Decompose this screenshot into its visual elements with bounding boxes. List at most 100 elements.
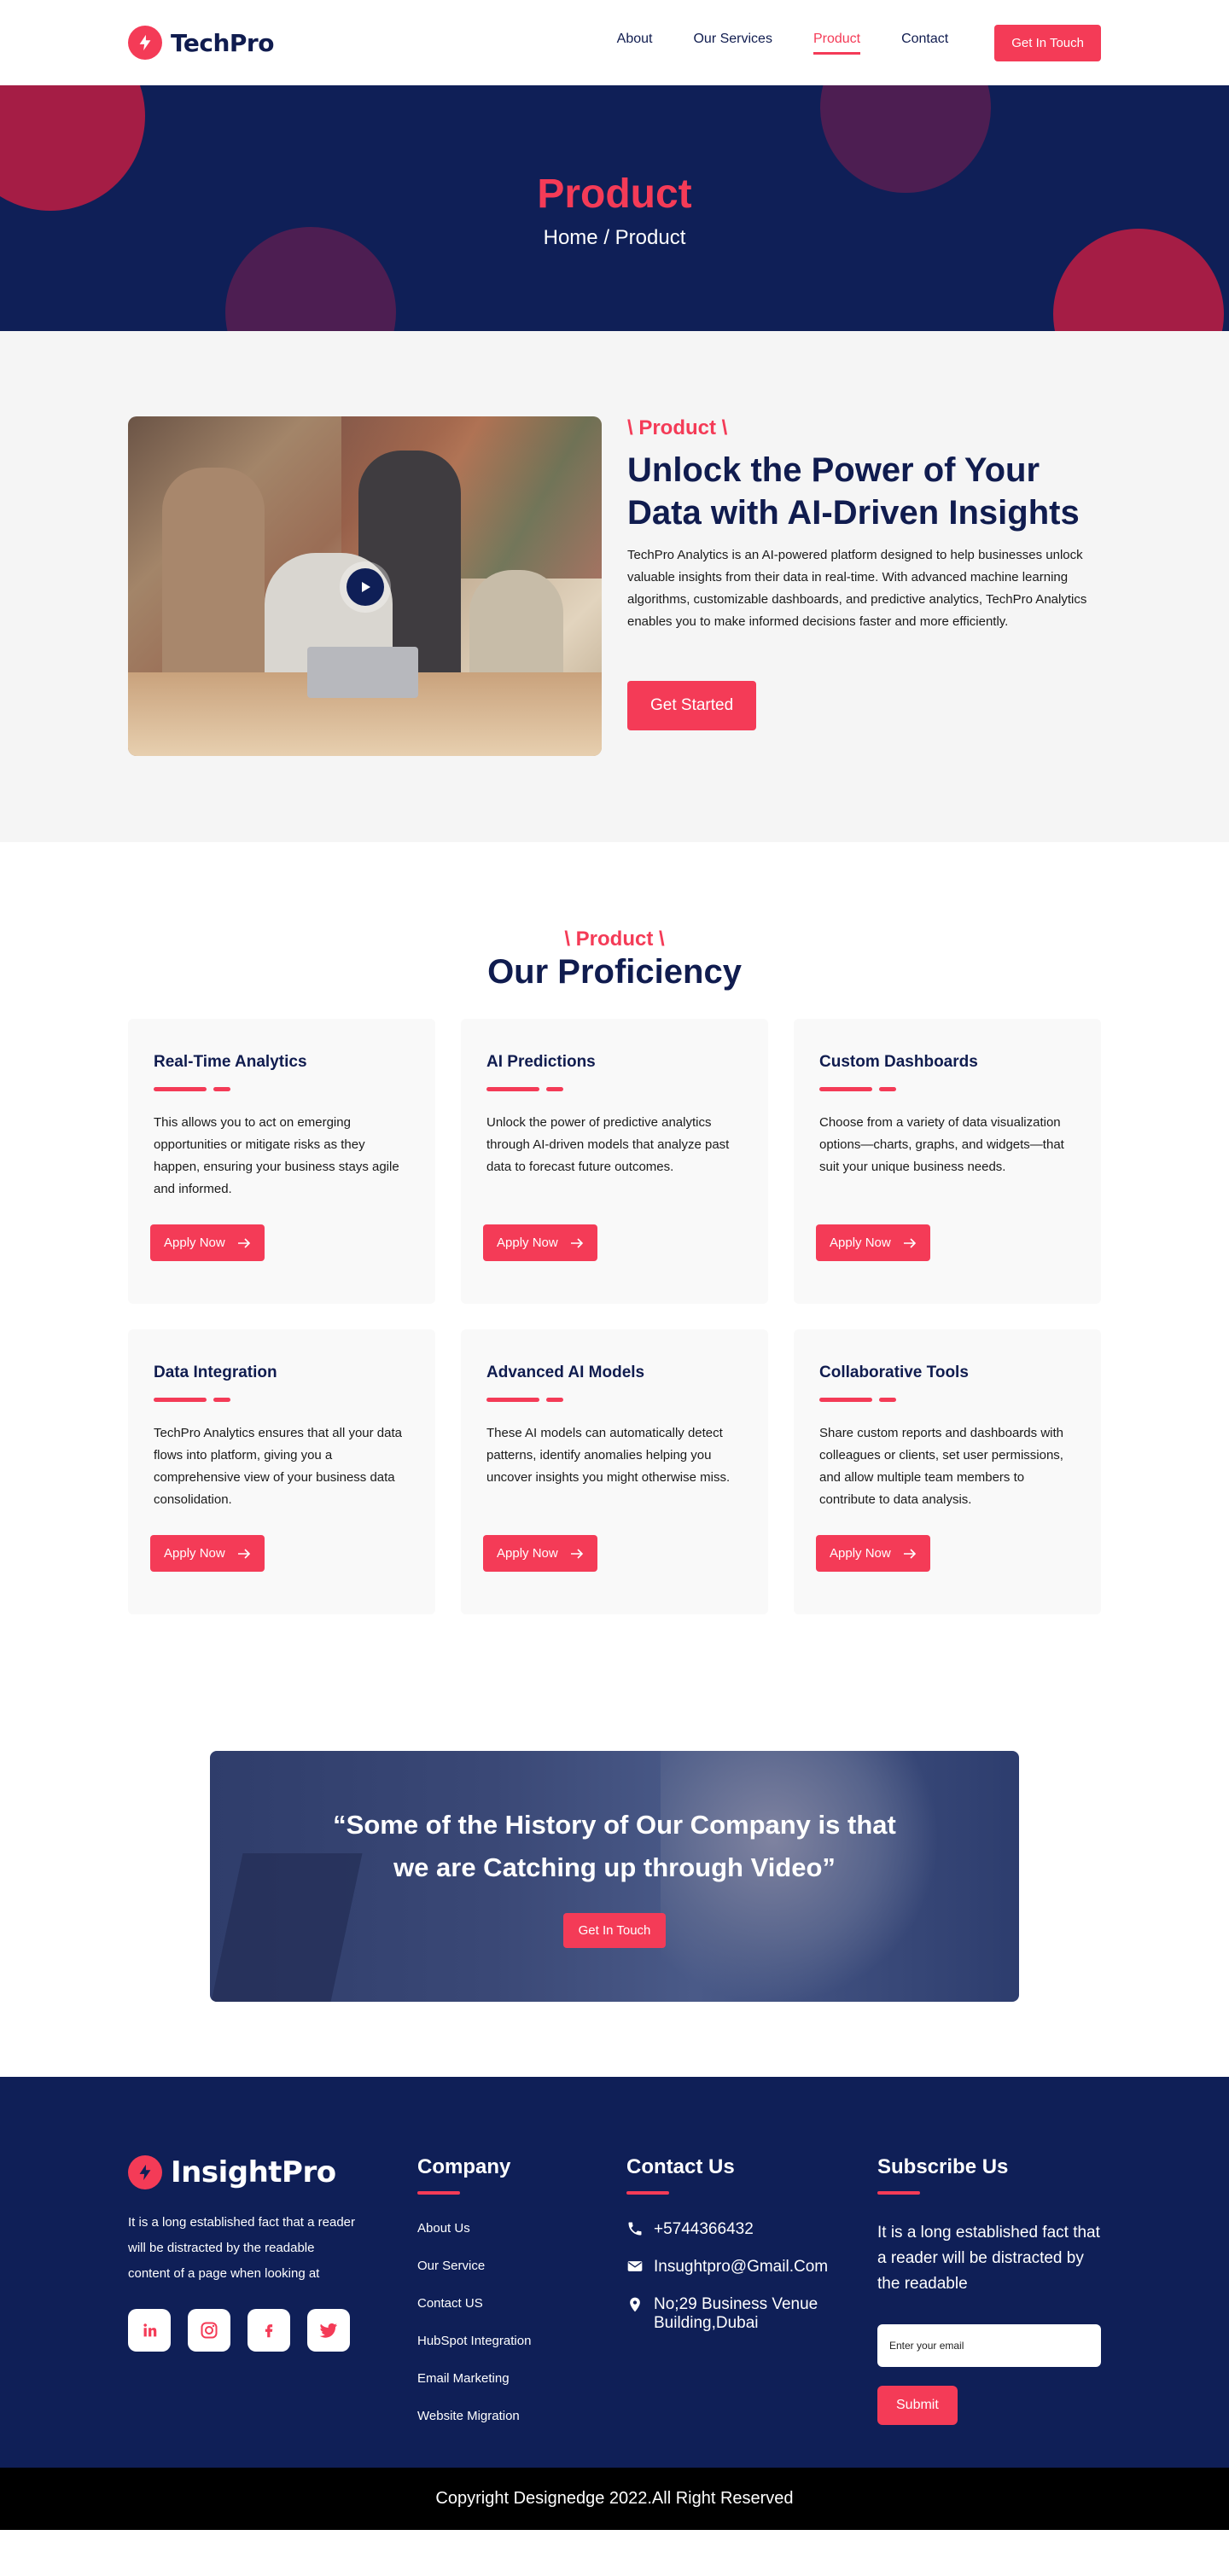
bolt-icon [128, 26, 162, 60]
footer-link[interactable]: HubSpot Integration [417, 2333, 626, 2350]
copyright-text: Copyright Designedge 2022.All Right Rese… [435, 2489, 794, 2508]
video-banner: “Some of the History of Our Company is t… [210, 1751, 1019, 2002]
card-description: Share custom reports and dashboards with… [819, 1426, 1063, 1507]
title-underline [819, 1087, 1075, 1091]
proficiency-section: \ Product \ Our Proficiency Real-Time An… [0, 842, 1229, 1751]
footer-company-links: About Us Our Service Contact US HubSpot … [417, 2220, 626, 2425]
email-address: Insughtpro@Gmail.Com [654, 2258, 829, 2276]
contact-email[interactable]: Insughtpro@Gmail.Com [626, 2258, 877, 2277]
footer-link[interactable]: About Us [417, 2220, 626, 2237]
footer-link[interactable]: Website Migration [417, 2408, 626, 2425]
footer-brand-name: InsightPro [171, 2155, 336, 2189]
photo-person [162, 468, 265, 681]
footer-link[interactable]: Our Service [417, 2258, 626, 2275]
heading-underline [417, 2191, 460, 2195]
footer-contact: Contact Us +5744366432 Insughtpro@Gmail.… [626, 2155, 877, 2468]
nav-contact[interactable]: Contact [901, 32, 948, 55]
title-underline [486, 1087, 743, 1091]
play-button[interactable] [340, 561, 391, 613]
twitter-icon[interactable] [307, 2309, 350, 2352]
feature-card: Custom Dashboards Choose from a variety … [794, 1019, 1101, 1304]
footer-brand-logo[interactable]: InsightPro [128, 2155, 417, 2189]
card-title: Advanced AI Models [486, 1364, 645, 1381]
arrow-right-icon [903, 1548, 916, 1559]
title-underline [486, 1398, 743, 1402]
arrow-right-icon [570, 1548, 583, 1559]
footer-subscribe: Subscribe Us It is a long established fa… [877, 2155, 1101, 2468]
video-thumbnail[interactable] [128, 416, 602, 756]
banner-get-in-touch-button[interactable]: Get In Touch [562, 1913, 667, 1948]
card-title: Collaborative Tools [819, 1364, 969, 1381]
contact-list: +5744366432 Insughtpro@Gmail.Com No;29 B… [626, 2220, 877, 2333]
brand-name: TechPro [171, 28, 274, 57]
title-underline [819, 1398, 1075, 1402]
arrow-right-icon [237, 1548, 250, 1559]
footer-heading: Contact Us [626, 2155, 735, 2178]
bolt-icon [128, 2155, 162, 2189]
card-title: AI Predictions [486, 1053, 596, 1071]
title-underline [154, 1398, 410, 1402]
nav-our-services[interactable]: Our Services [693, 32, 772, 55]
button-label: Apply Now [497, 1236, 558, 1250]
card-title: Real-Time Analytics [154, 1053, 307, 1071]
instagram-icon[interactable] [188, 2309, 230, 2352]
banner-quote: “Some of the History of Our Company is t… [210, 1751, 1019, 1889]
footer-about-text: It is a long established fact that a rea… [128, 2215, 355, 2281]
footer-heading: Subscribe Us [877, 2155, 1009, 2178]
contact-phone[interactable]: +5744366432 [626, 2220, 877, 2239]
apply-now-button[interactable]: Apply Now [150, 1535, 265, 1572]
submit-button[interactable]: Submit [877, 2386, 958, 2425]
apply-now-button[interactable]: Apply Now [150, 1224, 265, 1261]
social-links [128, 2309, 417, 2352]
section-title: Our Proficiency [487, 953, 742, 991]
contact-address: No;29 Business Venue Building,Dubai [626, 2295, 877, 2333]
page-title: Product [537, 172, 692, 217]
feature-cards: Real-Time Analytics This allows you to a… [128, 1019, 1101, 1614]
mail-icon [627, 2261, 643, 2271]
footer-link[interactable]: Email Marketing [417, 2370, 626, 2387]
apply-now-button[interactable]: Apply Now [816, 1535, 930, 1572]
arrow-right-icon [570, 1237, 583, 1248]
quote-line: we are Catching up through Video” [393, 1852, 836, 1882]
button-label: Apply Now [497, 1546, 558, 1561]
linkedin-icon[interactable] [128, 2309, 171, 2352]
get-started-button[interactable]: Get Started [627, 681, 757, 730]
button-label: Apply Now [830, 1546, 891, 1561]
feature-card: AI Predictions Unlock the power of predi… [461, 1019, 768, 1304]
apply-now-button[interactable]: Apply Now [816, 1224, 930, 1261]
card-title: Custom Dashboards [819, 1053, 978, 1071]
nav-about[interactable]: About [617, 32, 653, 55]
feature-card: Collaborative Tools Share custom reports… [794, 1329, 1101, 1614]
section-eyebrow: \ Product \ [564, 927, 665, 951]
card-description: TechPro Analytics ensures that all your … [154, 1426, 402, 1507]
address-text: No;29 Business Venue Building,Dubai [654, 2295, 818, 2332]
card-description: This allows you to act on emerging oppor… [154, 1115, 399, 1196]
email-input[interactable] [877, 2324, 1101, 2367]
apply-now-button[interactable]: Apply Now [483, 1535, 597, 1572]
card-description: These AI models can automatically detect… [486, 1426, 731, 1485]
intro-text: \ Product \ Unlock the Power of Your Dat… [627, 416, 1101, 757]
subscribe-text: It is a long established fact that a rea… [877, 2224, 1100, 2293]
button-label: Apply Now [164, 1546, 225, 1561]
card-description: Unlock the power of predictive analytics… [486, 1115, 730, 1174]
footer-link[interactable]: Contact US [417, 2295, 626, 2312]
feature-card: Data Integration TechPro Analytics ensur… [128, 1329, 435, 1614]
footer-heading: Company [417, 2155, 511, 2178]
get-in-touch-button[interactable]: Get In Touch [994, 24, 1101, 61]
main-nav: About Our Services Product Contact Get I… [617, 24, 1101, 61]
card-title: Data Integration [154, 1364, 277, 1381]
apply-now-button[interactable]: Apply Now [483, 1224, 597, 1261]
facebook-icon[interactable] [248, 2309, 290, 2352]
arrow-right-icon [237, 1237, 250, 1248]
quote-line: “Some of the History of Our Company is t… [333, 1810, 896, 1840]
feature-card: Advanced AI Models These AI models can a… [461, 1329, 768, 1614]
title-underline [154, 1087, 410, 1091]
nav-product[interactable]: Product [813, 32, 861, 55]
photo-laptop [307, 647, 418, 698]
brand-logo[interactable]: TechPro [128, 26, 274, 60]
arrow-right-icon [903, 1237, 916, 1248]
heading-underline [626, 2191, 669, 2195]
copyright-bar: Copyright Designedge 2022.All Right Rese… [0, 2468, 1229, 2530]
page-hero: Product Home / Product [0, 85, 1229, 331]
intro-description: TechPro Analytics is an AI-powered platf… [627, 548, 1087, 629]
